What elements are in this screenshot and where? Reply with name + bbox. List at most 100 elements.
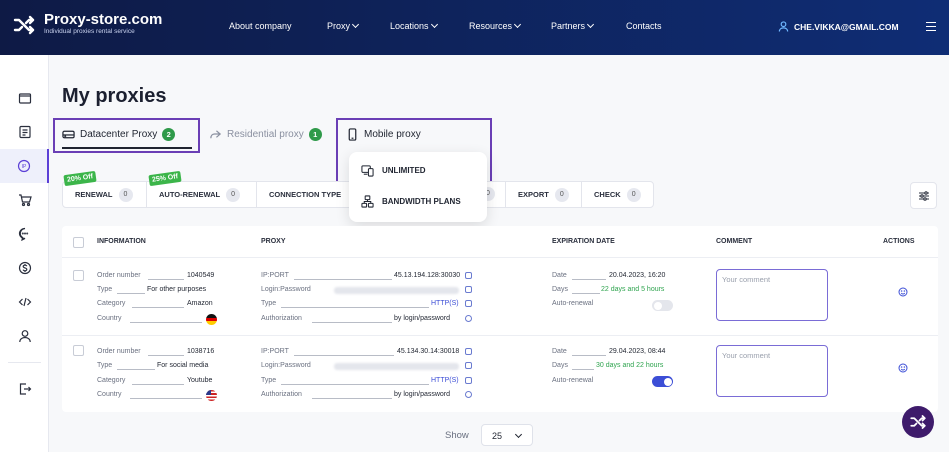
auto-renewal-toggle[interactable] xyxy=(652,376,673,387)
comment-field[interactable]: Your comment xyxy=(716,345,828,397)
field-label: Country xyxy=(97,315,122,322)
sidebar-item-logout[interactable] xyxy=(0,372,49,406)
check-count: 0 xyxy=(626,187,641,202)
days-remaining: 30 days and 22 hours xyxy=(596,362,664,369)
cart-icon xyxy=(18,194,32,207)
ip-icon: IP xyxy=(17,159,30,173)
field-label: Auto-renewal xyxy=(552,300,594,307)
settings-icon[interactable] xyxy=(465,391,472,398)
dotted-leader xyxy=(132,307,184,308)
field-label: Type xyxy=(261,377,277,384)
usa-flag-icon xyxy=(206,390,217,401)
user-icon[interactable] xyxy=(778,21,789,32)
field-label: Authorization xyxy=(261,391,302,398)
sidebar-item-wallet[interactable] xyxy=(0,81,49,115)
chevron-down-icon xyxy=(351,20,360,29)
row-checkbox[interactable] xyxy=(73,270,84,281)
smiley-icon[interactable] xyxy=(898,287,908,297)
sidebar-item-cart[interactable] xyxy=(0,183,49,217)
tab-label: Datacenter Proxy xyxy=(80,129,158,140)
field-label: Country xyxy=(97,391,122,398)
copy-icon[interactable] xyxy=(465,348,472,355)
floating-shuffle-button[interactable] xyxy=(902,406,934,438)
field-label: Date xyxy=(552,348,567,355)
sidebar-item-chat[interactable] xyxy=(0,217,49,251)
tab-label: Mobile proxy xyxy=(364,129,421,140)
sidebar-item-orders[interactable] xyxy=(0,115,49,149)
user-email[interactable]: CHE.VIKKA@GMAIL.COM xyxy=(794,22,899,32)
hamburger-menu-icon[interactable] xyxy=(926,22,936,31)
proxy-ip-port: 45.134.30.14:30018 xyxy=(397,348,460,355)
proxy-type: HTTP(S) xyxy=(431,300,459,307)
expiration-date: 20.04.2023, 16:20 xyxy=(609,272,666,279)
logout-icon xyxy=(19,383,31,395)
shuffle-logo-icon[interactable] xyxy=(12,13,36,37)
copy-icon[interactable] xyxy=(465,286,472,293)
nav-about[interactable]: About company xyxy=(229,21,292,31)
check-button[interactable]: CHECK 0 xyxy=(582,182,654,207)
smiley-icon[interactable] xyxy=(898,363,908,373)
export-button[interactable]: EXPORT 0 xyxy=(505,182,582,207)
per-page-select[interactable]: 25 xyxy=(481,424,533,446)
row-separator xyxy=(62,335,938,336)
nav-resources[interactable]: Resources xyxy=(469,20,522,31)
shuffle-icon xyxy=(910,415,926,429)
dotted-leader xyxy=(312,322,392,323)
tab-datacenter-proxy[interactable]: Datacenter Proxy 2 xyxy=(62,128,176,141)
nav-proxy[interactable]: Proxy xyxy=(327,20,360,31)
nav-locations[interactable]: Locations xyxy=(390,20,438,31)
devices-icon xyxy=(361,165,374,177)
sidebar-item-ip[interactable]: IP xyxy=(0,149,49,183)
chevron-down-icon xyxy=(586,20,595,29)
dropdown-item-bandwidth-plans[interactable]: BANDWIDTH PLANS xyxy=(361,195,461,208)
tab-count-badge: 2 xyxy=(162,128,176,141)
renewal-button[interactable]: RENEWAL 0 xyxy=(63,182,147,207)
tab-residential-proxy[interactable]: Residential proxy 1 xyxy=(209,128,322,141)
field-label: Category xyxy=(97,300,126,307)
nav-partners[interactable]: Partners xyxy=(551,20,595,31)
top-bar: Proxy-store.com Individual proxies renta… xyxy=(0,0,949,55)
dropdown-item-unlimited[interactable]: UNLIMITED xyxy=(361,164,426,177)
auto-renewal-button[interactable]: AUTO-RENEWAL 0 xyxy=(147,182,257,207)
dotted-leader xyxy=(572,369,594,370)
dotted-leader xyxy=(130,398,202,399)
column-header-comment: COMMENT xyxy=(716,238,753,245)
comment-field[interactable]: Your comment xyxy=(716,269,828,321)
dotted-leader xyxy=(132,384,184,385)
column-header-proxy: PROXY xyxy=(261,238,286,245)
dotted-leader xyxy=(130,322,202,323)
tab-mobile-proxy[interactable]: Mobile proxy xyxy=(346,128,421,141)
copy-icon[interactable] xyxy=(465,362,472,369)
dotted-leader xyxy=(281,307,429,308)
auto-renewal-toggle[interactable] xyxy=(652,300,673,311)
sidebar-item-profile[interactable] xyxy=(0,319,49,353)
column-header-actions: ACTIONS xyxy=(883,238,915,245)
order-category: Amazon xyxy=(187,300,213,307)
brand-name[interactable]: Proxy-store.com xyxy=(44,11,162,28)
field-label: Days xyxy=(552,362,568,369)
filter-settings-button[interactable] xyxy=(910,182,937,209)
dotted-leader xyxy=(294,279,392,280)
sidebar-item-finance[interactable] xyxy=(0,251,49,285)
chevron-down-icon xyxy=(513,20,522,29)
svg-text:IP: IP xyxy=(21,164,26,170)
switch-icon[interactable] xyxy=(465,377,472,384)
active-tab-indicator xyxy=(62,147,192,149)
nav-contacts[interactable]: Contacts xyxy=(626,21,662,31)
switch-icon[interactable] xyxy=(465,300,472,307)
dotted-leader xyxy=(148,355,184,356)
settings-icon[interactable] xyxy=(465,315,472,322)
field-label: Login:Password xyxy=(261,362,311,369)
field-label: IP:PORT xyxy=(261,348,289,355)
dotted-leader xyxy=(312,398,392,399)
select-all-checkbox[interactable] xyxy=(73,237,84,248)
network-icon xyxy=(361,195,374,208)
sidebar-item-api[interactable] xyxy=(0,285,49,319)
row-checkbox[interactable] xyxy=(73,345,84,356)
proxy-authorization: by login/password xyxy=(394,391,451,398)
user-icon xyxy=(18,330,31,343)
dotted-leader xyxy=(117,293,145,294)
tab-label: Residential proxy xyxy=(227,129,304,140)
auto-renewal-count: 0 xyxy=(226,187,241,202)
copy-icon[interactable] xyxy=(465,272,472,279)
